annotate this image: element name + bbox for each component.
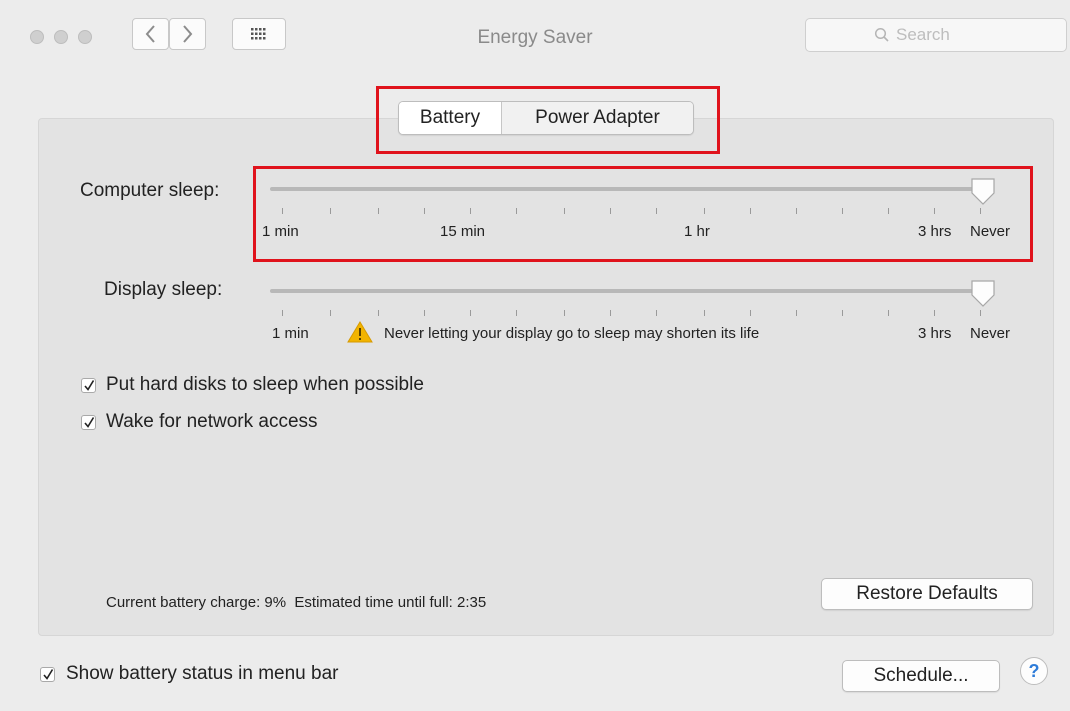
battery-status-text: Current battery charge: 9% Estimated tim… xyxy=(106,594,487,611)
tabs-highlight-box xyxy=(376,86,720,154)
display-sleep-warning: Never letting your display go to sleep m… xyxy=(384,325,760,342)
display-sleep-track xyxy=(270,289,982,293)
hard-disk-sleep-checkbox[interactable] xyxy=(81,378,96,393)
help-button[interactable]: ? xyxy=(1020,657,1048,685)
checkmark-icon xyxy=(84,380,95,391)
show-battery-status-checkbox[interactable] xyxy=(40,667,55,682)
wake-network-checkbox[interactable] xyxy=(81,415,96,430)
display-sleep-slider-thumb[interactable] xyxy=(969,279,997,309)
checkmark-icon xyxy=(43,669,54,680)
hard-disk-sleep-label: Put hard disks to sleep when possible xyxy=(106,374,424,395)
checkmark-icon xyxy=(84,417,95,428)
display-sleep-tick-label: 1 min xyxy=(272,325,309,342)
search-icon xyxy=(874,27,889,42)
wake-network-label: Wake for network access xyxy=(106,411,318,432)
display-sleep-tick-label: Never xyxy=(970,325,1011,342)
display-sleep-tick-label: 3 hrs xyxy=(918,325,952,342)
display-sleep-label: Display sleep: xyxy=(104,279,223,300)
title-bar: Energy Saver Search xyxy=(0,0,1070,70)
search-field[interactable]: Search xyxy=(805,18,1067,52)
restore-defaults-button[interactable]: Restore Defaults xyxy=(821,578,1033,610)
search-placeholder: Search xyxy=(896,25,950,44)
computer-sleep-label: Computer sleep: xyxy=(80,180,220,201)
warning-icon xyxy=(347,321,373,343)
schedule-button[interactable]: Schedule... xyxy=(842,660,1000,692)
computer-sleep-highlight-box xyxy=(253,166,1033,262)
show-battery-status-label: Show battery status in menu bar xyxy=(66,663,339,684)
